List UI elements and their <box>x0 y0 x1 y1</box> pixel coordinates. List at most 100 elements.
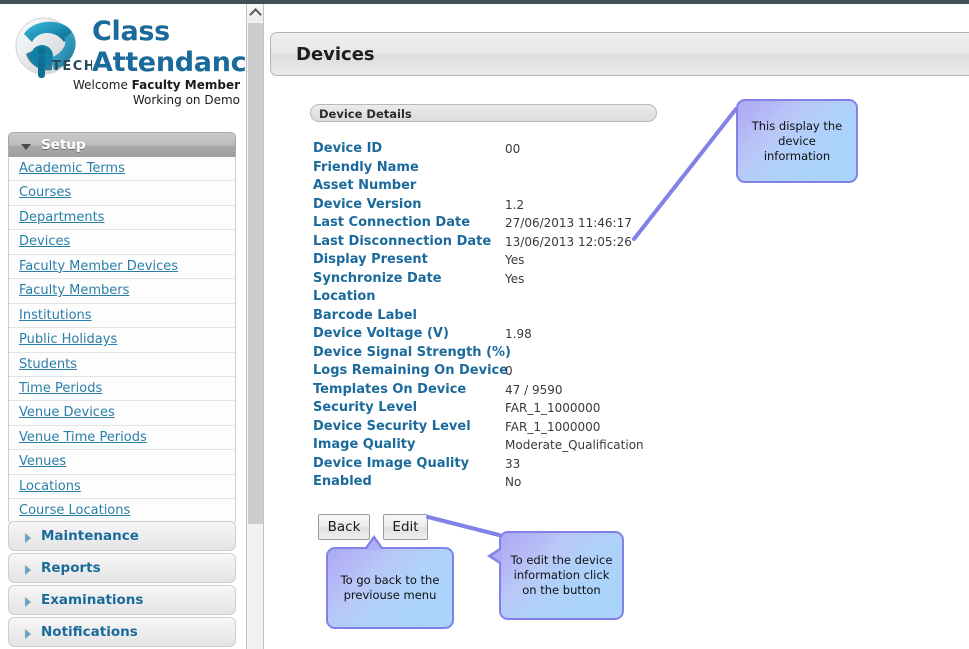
sidebar-group-maintenance-label: Maintenance <box>41 528 139 544</box>
sidebar-item-public-holidays[interactable]: Public Holidays <box>9 328 235 353</box>
scrollbar-thumb[interactable] <box>248 23 263 524</box>
callout-edit-button-hint: To edit the device information click on … <box>487 531 624 620</box>
detail-value-last-connection-date: 27/06/2013 11:46:17 <box>505 216 632 230</box>
sidebar-link-devices[interactable]: Devices <box>19 234 70 249</box>
callout-device-information-text: This display the device information <box>751 118 843 163</box>
detail-value-security-level: FAR_1_1000000 <box>505 401 601 415</box>
sidebar-item-venues[interactable]: Venues <box>9 450 235 475</box>
edit-button[interactable]: Edit <box>383 514 428 540</box>
sidebar-item-venue-devices[interactable]: Venue Devices <box>9 401 235 426</box>
callout-back-button-hint: To go back to the previouse menu <box>326 535 454 629</box>
detail-value-enabled: No <box>505 475 522 489</box>
detail-label-device-voltage: Device Voltage (V) <box>313 326 449 341</box>
detail-row-device-security-level: Device Security Level FAR_1_1000000 <box>313 419 873 438</box>
sidebar-item-devices[interactable]: Devices <box>9 230 235 255</box>
brand-subtitle: Welcome Faculty Member Working on Demo <box>10 78 240 108</box>
sidebar-group-examinations-label: Examinations <box>41 592 144 608</box>
detail-label-last-connection-date: Last Connection Date <box>313 215 471 230</box>
detail-value-logs-remaining: 0 <box>505 364 513 378</box>
sidebar-group-maintenance[interactable]: Maintenance <box>8 521 236 551</box>
page-title-bar: Devices <box>270 32 969 76</box>
sidebar-item-students[interactable]: Students <box>9 353 235 377</box>
chevron-right-icon <box>25 533 31 543</box>
sidebar-group-reports-label: Reports <box>41 560 101 576</box>
detail-row-device-version: Device Version 1.2 <box>313 197 873 216</box>
sidebar-link-course-locations[interactable]: Course Locations <box>19 503 130 518</box>
detail-label-image-quality: Image Quality <box>313 437 416 452</box>
scrollbar-up-button[interactable] <box>247 4 263 21</box>
welcome-prefix: Welcome <box>72 78 132 92</box>
detail-row-barcode-label: Barcode Label <box>313 308 873 327</box>
detail-label-synchronize-date: Synchronize Date <box>313 270 442 286</box>
page-scrollbar[interactable] <box>246 4 264 649</box>
detail-value-display-present: Yes <box>505 253 525 267</box>
sidebar-item-institutions[interactable]: Institutions <box>9 304 235 329</box>
sidebar-menu-setup: Academic Terms Courses Departments Devic… <box>8 157 236 525</box>
welcome-user-name: Faculty Member <box>131 78 240 92</box>
detail-row-logs-remaining: Logs Remaining On Device 0 <box>313 363 873 382</box>
welcome-line: Welcome Faculty Member <box>10 78 240 93</box>
sidebar-link-faculty-members[interactable]: Faculty Members <box>19 283 129 298</box>
sidebar-group-notifications[interactable]: Notifications <box>8 617 236 647</box>
brand-header: TECH Class Attendance Welcome Faculty Me… <box>0 4 246 128</box>
detail-value-image-quality: Moderate_Qualification <box>505 438 644 452</box>
working-on-line: Working on Demo <box>132 93 240 107</box>
detail-label-logs-remaining: Logs Remaining On Device <box>313 363 509 378</box>
sidebar-item-faculty-members[interactable]: Faculty Members <box>9 279 235 304</box>
sidebar-item-venue-time-periods[interactable]: Venue Time Periods <box>9 426 235 451</box>
chevron-up-icon <box>249 8 262 21</box>
sidebar-group-setup-label: Setup <box>41 137 86 153</box>
detail-value-last-disconnection-date: 13/06/2013 12:05:26 <box>505 234 632 249</box>
detail-label-device-version: Device Version <box>313 196 422 212</box>
sidebar-link-students[interactable]: Students <box>19 357 77 372</box>
sidebar-item-courses[interactable]: Courses <box>9 181 235 206</box>
sidebar-group-setup[interactable]: Setup <box>8 132 236 159</box>
device-details-list: Device ID 00 Friendly Name Asset Number … <box>313 141 873 493</box>
detail-row-display-present: Display Present Yes <box>313 252 873 271</box>
callout-tail-up-fill-icon <box>366 539 382 550</box>
device-details-panel-title-label: Device Details <box>319 107 412 121</box>
sidebar-group-examinations[interactable]: Examinations <box>8 585 236 615</box>
detail-label-device-image-quality: Device Image Quality <box>313 455 470 471</box>
sidebar-item-departments[interactable]: Departments <box>9 206 235 231</box>
sidebar-link-institutions[interactable]: Institutions <box>19 308 92 323</box>
logo-text: TECH <box>52 59 92 74</box>
sidebar-link-time-periods[interactable]: Time Periods <box>19 381 102 396</box>
sidebar-link-faculty-member-devices[interactable]: Faculty Member Devices <box>19 259 178 274</box>
sidebar-link-venues[interactable]: Venues <box>19 454 66 469</box>
detail-value-device-id: 00 <box>505 142 521 156</box>
chevron-right-icon <box>25 629 31 639</box>
detail-row-enabled: Enabled No <box>313 474 873 493</box>
detail-value-device-security-level: FAR_1_1000000 <box>505 419 601 434</box>
sidebar-link-locations[interactable]: Locations <box>19 479 81 494</box>
detail-row-device-image-quality: Device Image Quality 33 <box>313 456 873 475</box>
sidebar-item-course-locations[interactable]: Course Locations <box>9 499 235 523</box>
sidebar-link-public-holidays[interactable]: Public Holidays <box>19 332 117 347</box>
detail-row-templates-on-device: Templates On Device 47 / 9590 <box>313 382 873 401</box>
page-title: Devices <box>296 44 375 65</box>
sidebar-link-departments[interactable]: Departments <box>19 210 104 225</box>
callout-device-information: This display the device information <box>736 99 858 183</box>
brand-title-line2: Attendance <box>92 47 246 78</box>
sidebar-item-academic-terms[interactable]: Academic Terms <box>9 157 235 182</box>
detail-row-synchronize-date: Synchronize Date Yes <box>313 271 873 290</box>
sidebar-link-academic-terms[interactable]: Academic Terms <box>19 161 125 176</box>
sidebar-group-reports[interactable]: Reports <box>8 553 236 583</box>
leader-line-edit <box>426 515 501 537</box>
detail-label-enabled: Enabled <box>313 474 372 489</box>
back-button[interactable]: Back <box>318 514 370 540</box>
sidebar-item-time-periods[interactable]: Time Periods <box>9 377 235 402</box>
callout-edit-button-hint-text: To edit the device information click on … <box>510 553 613 597</box>
detail-label-device-security-level: Device Security Level <box>313 418 471 434</box>
sidebar-link-courses[interactable]: Courses <box>19 185 71 200</box>
brand-title-line1: Class <box>92 16 170 47</box>
sidebar-link-venue-devices[interactable]: Venue Devices <box>19 405 115 420</box>
chevron-right-icon <box>25 597 31 607</box>
sidebar-item-locations[interactable]: Locations <box>9 475 235 500</box>
sidebar-link-venue-time-periods[interactable]: Venue Time Periods <box>19 430 147 445</box>
app-root: TECH Class Attendance Welcome Faculty Me… <box>0 0 969 649</box>
detail-value-synchronize-date: Yes <box>505 271 525 286</box>
detail-row-device-voltage: Device Voltage (V) 1.98 <box>313 326 873 345</box>
detail-row-device-signal-strength: Device Signal Strength (%) <box>313 345 873 364</box>
sidebar-item-faculty-member-devices[interactable]: Faculty Member Devices <box>9 255 235 280</box>
